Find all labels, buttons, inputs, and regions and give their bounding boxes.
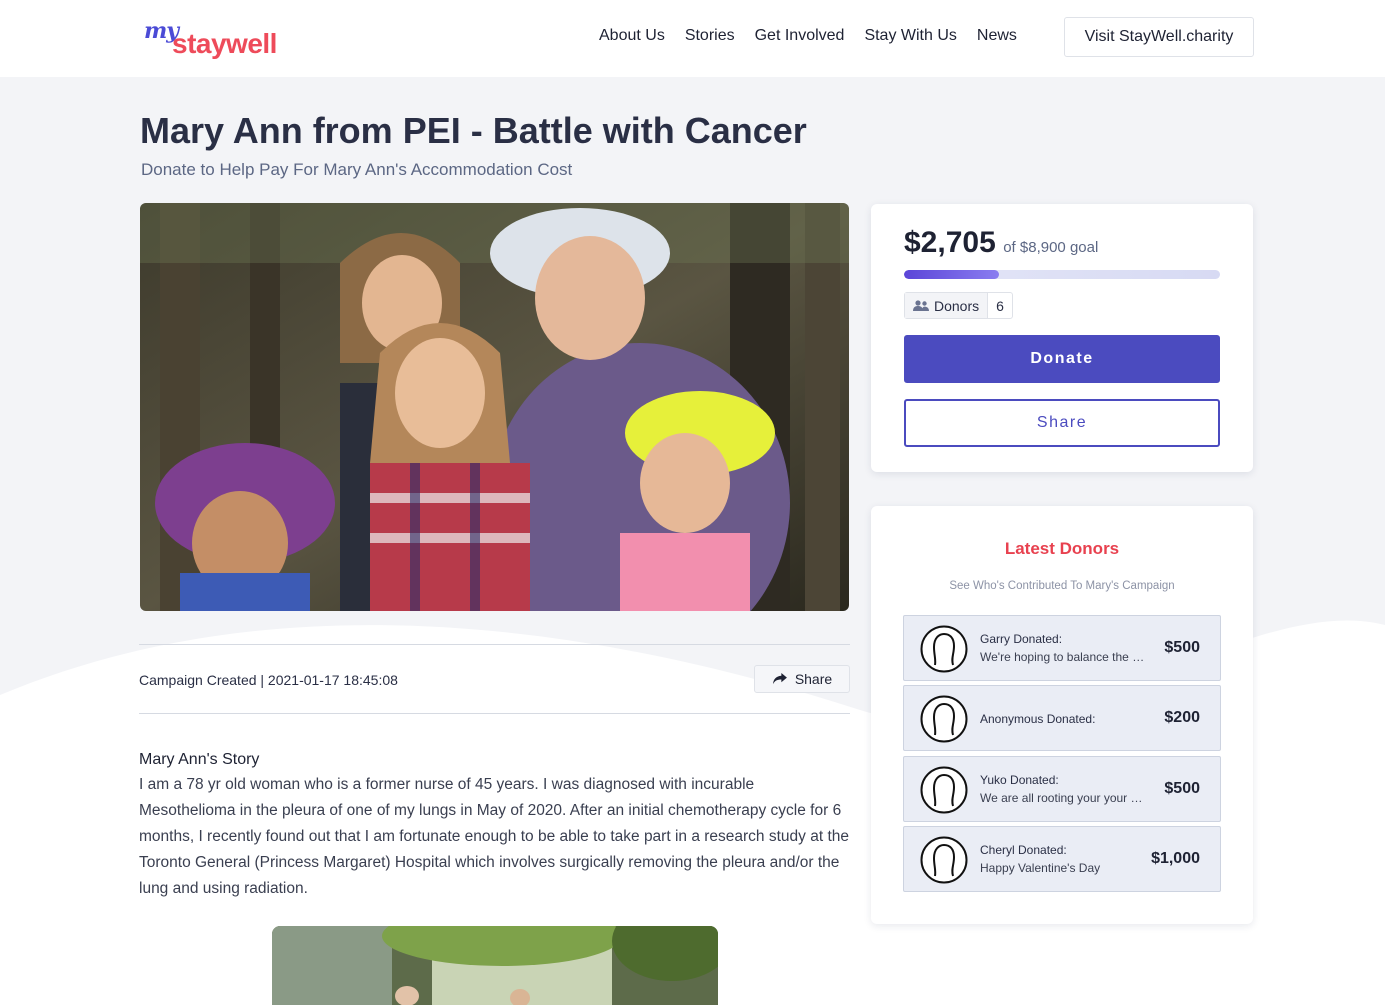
progress-bar [904, 270, 1220, 279]
nav-about-us[interactable]: About Us [599, 27, 665, 45]
donor-name: Cheryl Donated: [980, 843, 1067, 857]
avatar-icon [920, 625, 968, 673]
main-nav: About Us Stories Get Involved Stay With … [599, 27, 1037, 45]
donors-label-wrap: Donors [905, 293, 989, 318]
donor-amount: $1,000 [1151, 850, 1200, 867]
story-photo [272, 926, 718, 1005]
share-button[interactable]: Share [904, 399, 1220, 447]
donate-button[interactable]: Donate [904, 335, 1220, 383]
avatar-icon [920, 836, 968, 884]
donor-message: Happy Valentine's Day [980, 861, 1101, 875]
progress-fill [904, 270, 999, 279]
visit-staywell-button[interactable]: Visit StayWell.charity [1064, 17, 1254, 57]
donors-badge: Donors 6 [904, 292, 1013, 319]
raised-summary: $2,705 of $8,900 goal [904, 226, 1098, 260]
divider-top [139, 644, 850, 645]
avatar-icon [920, 695, 968, 743]
story-heading: Mary Ann's Story [139, 751, 260, 768]
page-subtitle: Donate to Help Pay For Mary Ann's Accomm… [141, 160, 573, 179]
logo-staywell-text: staywell [172, 28, 277, 59]
donor-item: Anonymous Donated: $200 [903, 685, 1221, 751]
share-small-button[interactable]: Share [754, 665, 850, 693]
donor-message: We are all rooting your your recovery [980, 791, 1145, 805]
share-small-label: Share [794, 671, 833, 687]
raised-amount: $2,705 [904, 226, 996, 259]
latest-donors-title: Latest Donors [1004, 539, 1120, 558]
latest-donors-card: Latest Donors See Who's Contributed To M… [871, 506, 1253, 924]
donors-label: Donors [934, 297, 980, 314]
story-text: I am a 78 yr old woman who is a former n… [139, 776, 849, 897]
donor-item: Yuko Donated: We are all rooting your yo… [903, 756, 1221, 822]
donors-count: 6 [996, 297, 1004, 314]
donor-item: Cheryl Donated: Happy Valentine's Day $1… [903, 826, 1221, 892]
nav-stories[interactable]: Stories [685, 27, 735, 45]
donor-item: Garry Donated: We're hoping to balance t… [903, 615, 1221, 681]
share-icon [772, 672, 787, 684]
donor-amount: $200 [1164, 709, 1200, 726]
donor-amount: $500 [1164, 639, 1200, 656]
donor-message: We're hoping to balance the scales for y… [980, 650, 1145, 664]
avatar-icon [920, 766, 968, 814]
donor-amount: $500 [1164, 780, 1200, 797]
nav-stay-with-us[interactable]: Stay With Us [864, 27, 956, 45]
donor-name: Garry Donated: [980, 632, 1063, 646]
page-title: Mary Ann from PEI - Battle with Cancer [140, 110, 807, 151]
donor-name: Yuko Donated: [980, 773, 1059, 787]
latest-donors-subtitle: See Who's Contributed To Mary's Campaign [949, 580, 1175, 592]
nav-get-involved[interactable]: Get Involved [755, 27, 845, 45]
fundraising-card: $2,705 of $8,900 goal Donors 6 Donate Sh… [871, 204, 1253, 472]
campaign-created-date: Campaign Created | 2021-01-17 18:45:08 [139, 672, 398, 688]
people-icon [913, 299, 929, 311]
goal-text: of $8,900 goal [1003, 239, 1099, 256]
site-header: my staywell About Us Stories Get Involve… [0, 0, 1385, 77]
donor-name: Anonymous Donated: [980, 712, 1096, 726]
campaign-hero-photo [140, 203, 849, 611]
nav-news[interactable]: News [977, 27, 1017, 45]
staywell-logo[interactable]: my staywell [142, 18, 292, 62]
divider-bottom [139, 713, 850, 714]
